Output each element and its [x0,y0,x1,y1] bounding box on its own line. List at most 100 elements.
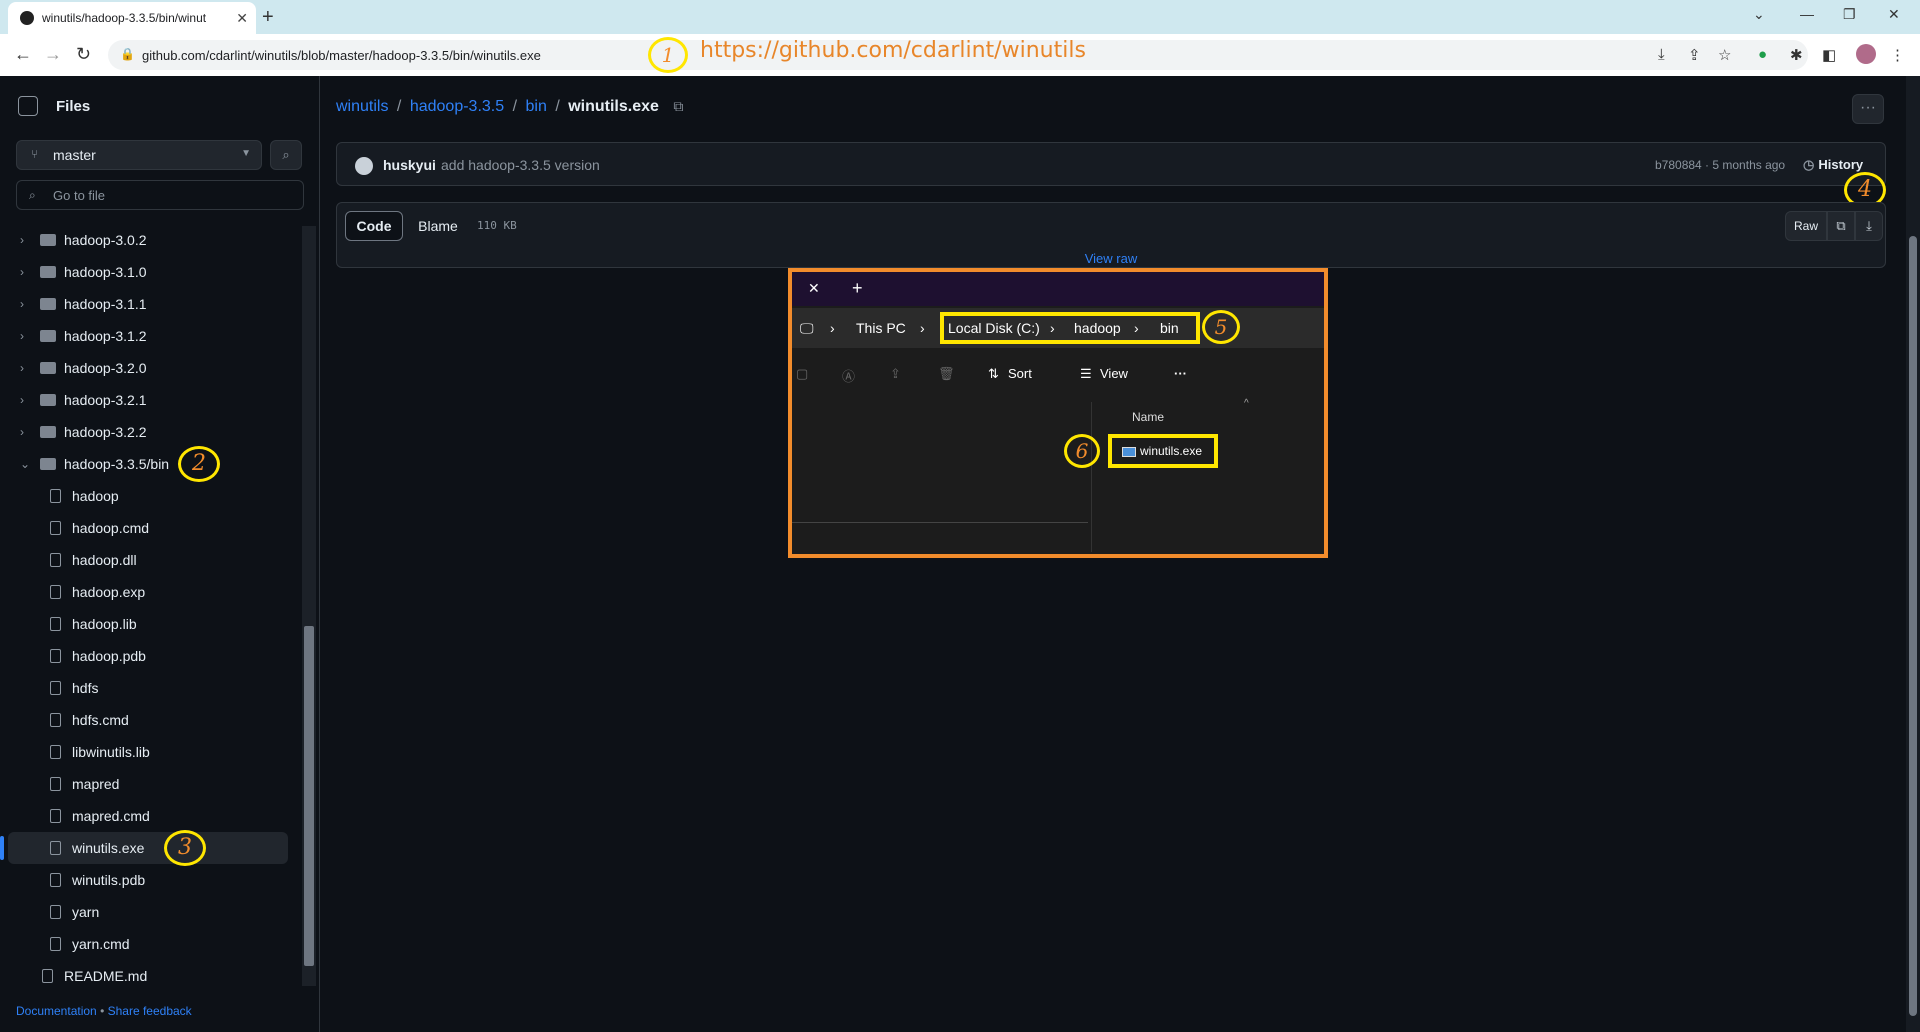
share-icon[interactable]: ⇪ [1688,46,1701,64]
more-options-button[interactable]: ··· [1852,94,1884,124]
commit-meta[interactable]: b780884 · 5 months ago [1655,158,1785,172]
tree-file[interactable]: hadoop.exp [0,576,300,608]
copy-raw-button[interactable]: ⧉ [1827,211,1855,241]
path-hadoop: hadoop [1074,320,1121,336]
bookmark-star-icon[interactable]: ☆ [1718,46,1731,64]
download-raw-button[interactable]: ⤓ [1855,211,1883,241]
commit-message[interactable]: add hadoop-3.3.5 version [441,157,600,173]
copy-path-icon[interactable]: ⧉ [673,98,683,114]
tree-file-label: libwinutils.lib [72,744,150,760]
sort-label: Sort [1008,366,1032,381]
go-to-file-input[interactable]: ⌕ Go to file [16,180,304,210]
folder-open-icon [40,458,56,470]
tree-folder[interactable]: › hadoop-3.1.0 [0,256,300,288]
branch-selector[interactable]: ⑂ master ▼ [16,140,262,170]
folder-icon [40,234,56,246]
commit-author[interactable]: huskyui [383,157,436,173]
breadcrumb-bin-link[interactable]: bin [526,98,547,115]
file-icon [50,521,61,535]
tree-file[interactable]: mapred [0,768,300,800]
tree-file[interactable]: hdfs [0,672,300,704]
page-scrollbar[interactable] [1906,76,1920,1032]
view-raw-link[interactable]: View raw [337,251,1885,266]
tree-file[interactable]: yarn.cmd [0,928,300,960]
tree-file-label: winutils.pdb [72,872,146,888]
tree-folder[interactable]: › hadoop-3.2.1 [0,384,300,416]
tab-blame[interactable]: Blame [409,211,467,241]
path-local-disk: Local Disk (C:) [948,320,1040,336]
browser-menu-icon[interactable]: ⋮ [1890,46,1905,64]
search-files-button[interactable]: ⌕ [270,140,302,170]
chevron-right-icon: › [1050,320,1055,336]
tree-folder-expanded[interactable]: ⌄ hadoop-3.3.5/bin 2 [0,446,300,482]
browser-tab-strip: winutils/hadoop-3.3.5/bin/winut ✕ + ⌄ — … [0,0,1920,34]
tree-file[interactable]: hadoop.dll [0,544,300,576]
tree-folder[interactable]: › hadoop-3.1.1 [0,288,300,320]
tab-code[interactable]: Code [345,211,403,241]
view-icon: ☰ [1080,366,1092,381]
tree-folder[interactable]: › hadoop-3.2.0 [0,352,300,384]
breadcrumb-repo-link[interactable]: winutils [336,98,388,115]
browser-tab[interactable]: winutils/hadoop-3.3.5/bin/winut ✕ [8,2,256,34]
close-window-button[interactable]: ✕ [1888,6,1900,23]
tree-file-label: hadoop.pdb [72,648,146,664]
forward-icon[interactable]: → [44,44,62,65]
chevron-right-icon: › [20,329,24,343]
tree-file[interactable]: yarn [0,896,300,928]
file-header: Code Blame 110 KB Raw ⧉ ⤓ View raw [336,202,1886,268]
side-panel-icon[interactable]: ◧ [1822,46,1836,64]
copy-icon: ⧉ [1836,218,1846,233]
chevron-right-icon: › [920,320,925,336]
tree-file[interactable]: hadoop [0,480,300,512]
tree-file[interactable]: README.md [0,960,300,992]
breadcrumb-separator: / [512,98,518,115]
history-button[interactable]: ◷ History [1803,157,1863,173]
chevron-right-icon: › [20,297,24,311]
trash-icon: 🗑 [938,366,955,381]
tree-file[interactable]: mapred.cmd [0,800,300,832]
restore-button[interactable]: ❐ [1843,6,1856,23]
sidebar-scroll-thumb[interactable] [304,626,314,966]
explorer-file-name: winutils.exe [1140,444,1203,458]
file-icon [50,937,61,951]
exe-file-icon [1122,447,1136,457]
file-icon [50,777,61,791]
tab-search-icon[interactable]: ⌄ [1753,6,1765,23]
raw-button[interactable]: Raw [1785,211,1827,241]
tree-file[interactable]: hadoop.lib [0,608,300,640]
install-icon[interactable]: ⤓ [1658,46,1665,63]
extension-check-icon[interactable]: ● [1758,46,1767,63]
sort-caret-icon: ^ [1244,398,1249,409]
search-icon: ⌕ [282,147,290,162]
back-icon[interactable]: ← [14,44,32,65]
new-tab-button[interactable]: + [262,6,274,29]
chevron-right-icon: › [20,425,24,439]
documentation-link[interactable]: Documentation [16,1004,97,1018]
file-icon [50,745,61,759]
tree-folder[interactable]: › hadoop-3.0.2 [0,224,300,256]
tree-file[interactable]: hadoop.cmd [0,512,300,544]
page-scroll-thumb[interactable] [1909,236,1917,1016]
tree-folder[interactable]: › hadoop-3.1.2 [0,320,300,352]
collapse-sidebar-icon[interactable] [18,96,38,116]
profile-avatar[interactable] [1856,44,1876,64]
share-feedback-link[interactable]: Share feedback [108,1004,192,1018]
tree-file[interactable]: hadoop.pdb [0,640,300,672]
tree-file-selected[interactable]: winutils.exe 3 [0,830,288,866]
reload-icon[interactable]: ↻ [76,44,91,65]
tree-file-label: hadoop.cmd [72,520,150,536]
explorer-address-bar: 🖵 › This PC › Local Disk (C:) › hadoop ›… [792,308,1324,348]
tree-file-label: README.md [64,968,148,984]
tree-file[interactable]: hdfs.cmd [0,704,300,736]
tree-folder[interactable]: › hadoop-3.2.2 [0,416,300,448]
breadcrumb-folder-link[interactable]: hadoop-3.3.5 [410,98,504,115]
site-info-icon[interactable]: 🔒 [120,47,135,61]
tree-file[interactable]: winutils.pdb [0,864,300,896]
sidebar-scrollbar[interactable] [302,226,316,986]
close-tab-icon[interactable]: ✕ [236,10,248,27]
file-icon [50,681,61,695]
tree-file[interactable]: libwinutils.lib [0,736,300,768]
avatar[interactable] [355,157,373,175]
minimize-button[interactable]: — [1800,6,1814,22]
extensions-puzzle-icon[interactable]: ✱ [1790,46,1803,64]
